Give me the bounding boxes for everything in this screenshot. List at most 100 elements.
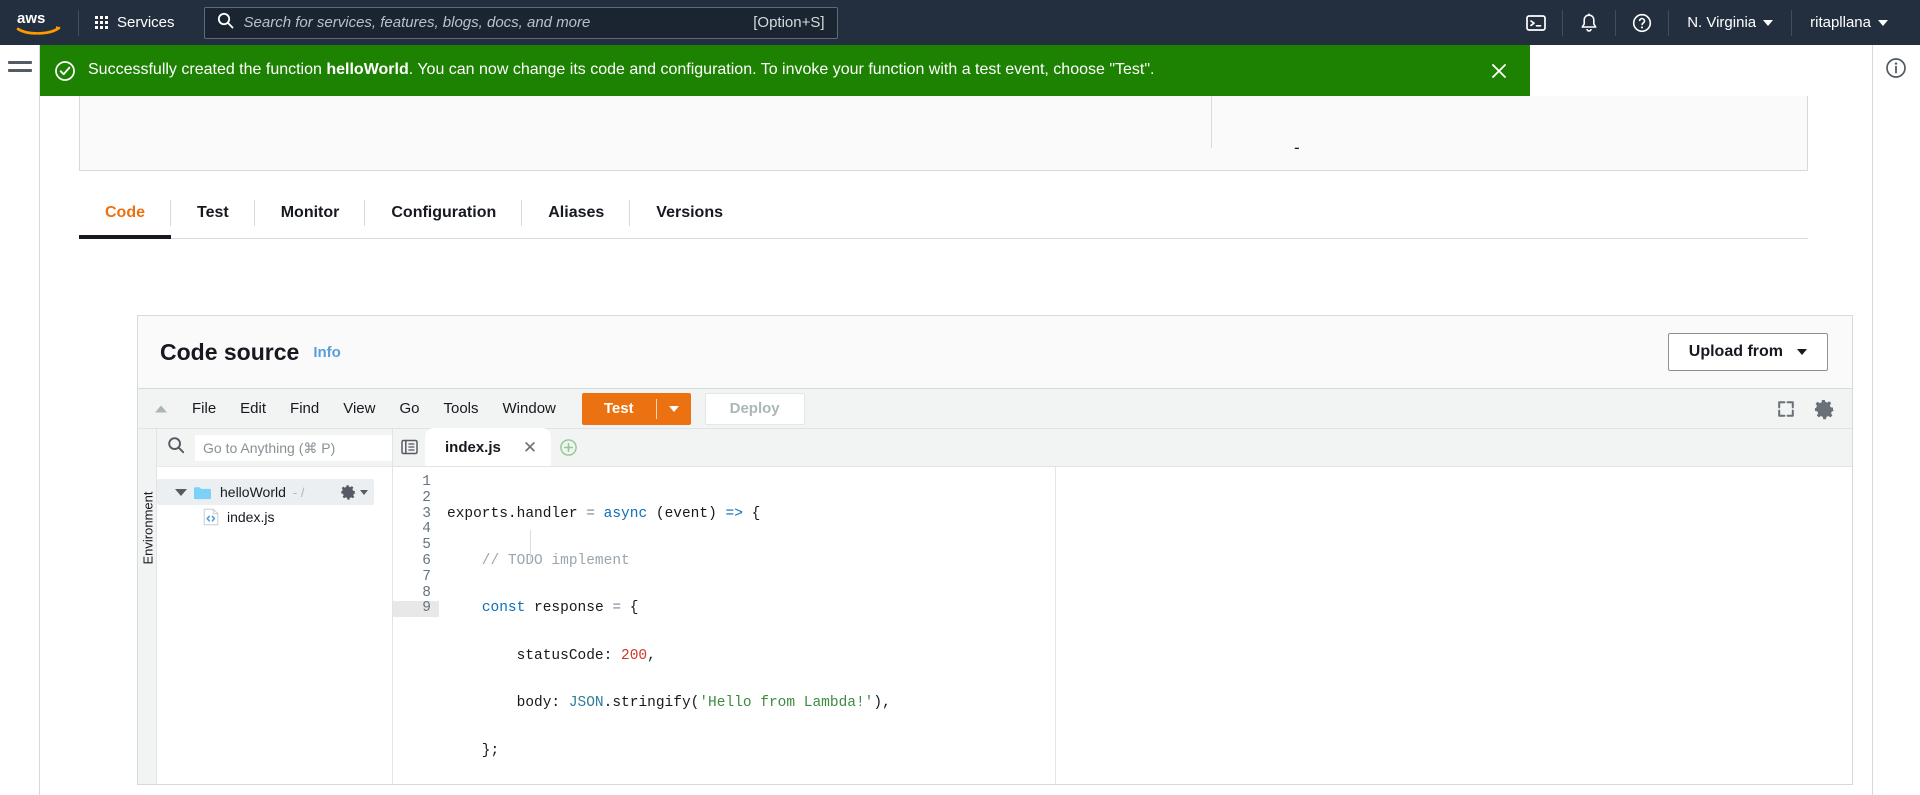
gear-icon[interactable] bbox=[1812, 397, 1836, 421]
line-number: 3 bbox=[422, 505, 431, 522]
folder-icon bbox=[193, 485, 212, 500]
tab-configuration[interactable]: Configuration bbox=[365, 187, 523, 238]
menu-edit[interactable]: Edit bbox=[228, 389, 278, 429]
menu-window[interactable]: Window bbox=[491, 389, 568, 429]
info-link[interactable]: Info bbox=[313, 344, 341, 361]
bell-icon[interactable] bbox=[1563, 0, 1615, 45]
line-number: 8 bbox=[422, 584, 431, 601]
services-label: Services bbox=[117, 14, 175, 31]
account-menu[interactable]: ritapllana bbox=[1792, 0, 1906, 45]
fullscreen-icon[interactable] bbox=[1776, 399, 1796, 419]
aws-logo[interactable]: aws bbox=[0, 0, 78, 45]
chevron-down-icon bbox=[1878, 19, 1888, 26]
success-flash-message: Successfully created the function helloW… bbox=[40, 45, 1530, 96]
global-search-box[interactable]: [Option+S] bbox=[203, 6, 838, 39]
menu-go[interactable]: Go bbox=[387, 389, 431, 429]
line-number: 2 bbox=[422, 489, 431, 506]
tab-code[interactable]: Code bbox=[79, 187, 171, 239]
search-shortcut-hint: [Option+S] bbox=[753, 14, 825, 31]
deploy-button[interactable]: Deploy bbox=[704, 392, 805, 425]
tab-label: Code bbox=[105, 203, 145, 221]
file-explorer: helloWorld - / bbox=[157, 429, 393, 784]
chevron-down-icon[interactable] bbox=[175, 488, 187, 496]
grid-icon bbox=[95, 16, 108, 29]
svg-text:aws: aws bbox=[17, 10, 45, 27]
hamburger-menu-icon[interactable] bbox=[8, 55, 32, 77]
metric-value: - bbox=[1294, 138, 1300, 157]
environment-side-strip[interactable]: Environment bbox=[138, 429, 157, 784]
line-number-gutter: 1 2 3 4 5 6 7 8 9 bbox=[393, 467, 439, 784]
line-number: 9 bbox=[393, 601, 439, 618]
editor-column: index.js ✕ 1 2 3 4 5 6 7 8 9 exports.han… bbox=[393, 428, 1852, 784]
code-line-5: body: JSON.stringify('Hello from Lambda!… bbox=[447, 695, 891, 712]
tab-list-icon[interactable] bbox=[393, 428, 425, 466]
upload-from-button[interactable]: Upload from bbox=[1667, 333, 1828, 371]
tab-aliases[interactable]: Aliases bbox=[522, 187, 631, 238]
flash-text-after: . You can now change its code and config… bbox=[408, 61, 1155, 79]
tab-monitor[interactable]: Monitor bbox=[255, 187, 366, 238]
code-line-4: statusCode: 200, bbox=[447, 647, 656, 664]
gear-icon[interactable] bbox=[339, 483, 374, 501]
go-to-anything-input[interactable] bbox=[195, 434, 392, 461]
main-content: - Code Test Monitor Configuration Aliase… bbox=[40, 45, 1872, 795]
tab-active-underline bbox=[79, 235, 171, 239]
right-rail bbox=[1872, 45, 1920, 795]
cloudshell-icon[interactable] bbox=[1510, 0, 1562, 45]
code-line-3: const response = { bbox=[481, 600, 639, 617]
search-icon bbox=[217, 12, 234, 34]
js-file-icon bbox=[203, 508, 219, 526]
success-check-circle-icon bbox=[54, 60, 76, 82]
close-icon[interactable] bbox=[1486, 58, 1512, 84]
code-line-1: exports.handler = async (event) => { bbox=[447, 505, 761, 522]
cloud9-ide: File Edit Find View Go Tools Window Test… bbox=[138, 388, 1852, 784]
search-input[interactable] bbox=[243, 14, 754, 31]
function-overview-metrics: - bbox=[79, 96, 1808, 171]
editor-tab-bar: index.js ✕ bbox=[393, 428, 1852, 467]
code-source-header: Code source Info Upload from bbox=[138, 316, 1852, 388]
ide-tools-right bbox=[1776, 397, 1852, 421]
environment-label: Environment bbox=[140, 491, 156, 565]
metric-divider bbox=[1211, 96, 1212, 148]
test-button-label: Test bbox=[603, 400, 634, 417]
left-rail bbox=[0, 45, 40, 795]
chevron-down-icon bbox=[360, 489, 368, 495]
tab-label: Aliases bbox=[548, 203, 605, 221]
info-circle-icon[interactable] bbox=[1884, 56, 1908, 85]
menu-find[interactable]: Find bbox=[278, 389, 331, 429]
close-icon[interactable]: ✕ bbox=[523, 439, 537, 456]
button-divider bbox=[655, 398, 657, 419]
region-selector[interactable]: N. Virginia bbox=[1669, 0, 1791, 45]
menu-view[interactable]: View bbox=[331, 389, 387, 429]
services-menu-button[interactable]: Services bbox=[79, 0, 191, 45]
chevron-down-icon bbox=[1797, 349, 1807, 355]
indent-guide bbox=[530, 530, 531, 562]
tree-folder-label: helloWorld bbox=[220, 484, 286, 500]
collapse-triangle-icon[interactable] bbox=[150, 398, 172, 420]
code-line-2: // TODO implement bbox=[447, 552, 630, 569]
tab-label: Configuration bbox=[391, 203, 497, 221]
account-label: ritapllana bbox=[1810, 14, 1871, 31]
plus-circle-icon[interactable] bbox=[551, 428, 585, 466]
code-text[interactable]: exports.handler = async (event) => { // … bbox=[439, 467, 1852, 784]
menu-file[interactable]: File bbox=[180, 389, 228, 429]
code-editor[interactable]: 1 2 3 4 5 6 7 8 9 exports.handler = asyn… bbox=[393, 467, 1852, 784]
tree-folder-helloworld[interactable]: helloWorld - / bbox=[157, 479, 374, 505]
tab-test[interactable]: Test bbox=[171, 187, 255, 238]
nav-right-group: N. Virginia ritapllana bbox=[1510, 0, 1920, 45]
ide-menu-bar: File Edit Find View Go Tools Window Test… bbox=[138, 389, 1852, 429]
search-icon[interactable] bbox=[167, 436, 185, 459]
code-source-panel: Code source Info Upload from File Edit F… bbox=[137, 315, 1853, 785]
line-number: 1 bbox=[422, 474, 431, 490]
test-button[interactable]: Test bbox=[581, 392, 691, 425]
editor-tab-index-js[interactable]: index.js ✕ bbox=[425, 428, 552, 466]
menu-tools[interactable]: Tools bbox=[431, 389, 490, 429]
ide-body: Environment Go to Anything (⌘ P) helloWo… bbox=[138, 428, 1852, 784]
question-circle-icon[interactable] bbox=[1616, 0, 1668, 45]
region-label: N. Virginia bbox=[1687, 14, 1757, 31]
upload-from-label: Upload from bbox=[1688, 343, 1783, 360]
line-number: 6 bbox=[422, 552, 431, 569]
tree-file-index-js[interactable]: index.js bbox=[157, 505, 392, 529]
chevron-down-icon[interactable] bbox=[657, 405, 691, 412]
tab-label: Versions bbox=[656, 203, 723, 221]
tab-versions[interactable]: Versions bbox=[630, 187, 749, 238]
